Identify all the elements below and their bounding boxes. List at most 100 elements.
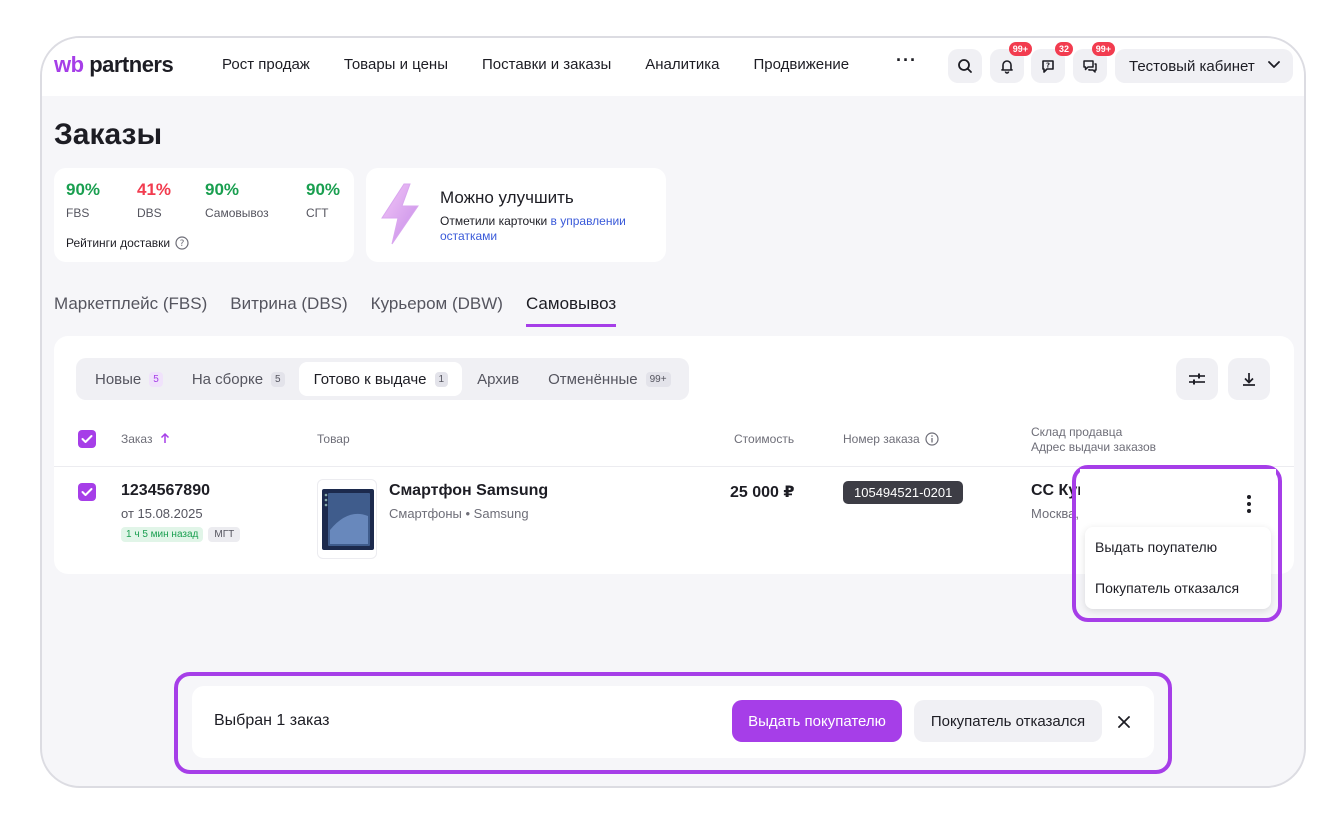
tab-courier-dbw[interactable]: Курьером (DBW) [371,294,503,327]
order-id[interactable]: 1234567890 [121,482,210,500]
filter-sliders-icon [1189,373,1205,385]
chats-button[interactable]: 99+ [1073,42,1115,83]
column-header-order-number: Номер заказа [843,432,939,446]
status-tab-cancelled[interactable]: Отменённые 99+ [533,362,684,396]
column-header-product: Товар [317,432,350,446]
status-tab-count: 5 [271,371,285,387]
chats-badge: 99+ [1091,42,1115,56]
rating-value: 41% [137,180,172,199]
kebab-menu-icon [1247,495,1251,513]
logo[interactable]: wb partners [54,52,174,78]
column-header-warehouse: Склад продавца Адрес выдачи заказов [1031,425,1156,455]
svg-text:?: ? [1046,62,1050,70]
questions-badge: 32 [1054,42,1073,56]
tab-marketplace-fbs[interactable]: Маркетплейс (FBS) [54,294,207,327]
bell-icon [1001,60,1013,74]
tab-storefront-dbs[interactable]: Витрина (DBS) [230,294,347,327]
svg-text:?: ? [180,239,185,249]
row-checkbox[interactable] [78,483,96,501]
questions-button[interactable]: ? 32 [1031,42,1073,83]
row-more-button[interactable] [1235,490,1263,518]
smartphone-image [322,489,374,550]
status-tab-count: 99+ [645,371,671,387]
product-meta: Смартфоны • Samsung [389,506,529,521]
column-header-pickup-label: Адрес выдачи заказов [1031,440,1157,454]
status-tab-new[interactable]: Новые 5 [80,362,177,396]
rating-value: 90% [306,180,341,199]
order-date: от 15.08.2025 [121,506,203,521]
type-tag: МГТ [208,527,241,542]
nav-item-products-prices[interactable]: Товары и цены [344,56,448,73]
rating-label: DBS [137,206,162,220]
main-nav: Рост продаж Товары и цены Поставки и зак… [222,56,883,73]
selected-count: Выбран 1 заказ [214,712,330,729]
product-name[interactable]: Смартфон Samsung [389,482,548,500]
check-icon [81,435,93,443]
menu-item-buyer-refused[interactable]: Покупатель отказался [1095,580,1239,596]
page-title: Заказы [54,118,163,151]
status-tab-count: 5 [149,371,163,387]
status-tab-count: 1 [434,371,449,387]
row-actions-menu: Выдать поупателю Покупатель отказался [1085,527,1271,609]
status-tab-label: Новые [95,370,142,388]
rating-pickup: 90% Самовывоз [205,180,269,220]
nav-item-sales-growth[interactable]: Рост продаж [222,56,310,73]
help-icon[interactable]: ? [175,236,189,250]
status-tab-ready[interactable]: Готово к выдаче 1 [298,362,463,396]
improve-title: Можно улучшить [440,188,574,207]
rating-fbs: 90% FBS [66,180,100,220]
ratings-caption: Рейтинги доставки ? [66,236,189,250]
column-header-order[interactable]: Заказ [121,432,170,446]
search-button[interactable] [948,49,982,83]
improve-text: Отметили карточки в управлении остатками [440,214,650,244]
logo-partners: partners [89,52,174,77]
status-tab-label: Отменённые [548,370,638,388]
status-tabs: Новые 5 На сборке 5 Готово к выдаче 1 Архив… [76,358,689,400]
column-header-order-number-label: Номер заказа [843,432,920,446]
fulfillment-tabs: Маркетплейс (FBS) Витрина (DBS) Курьером… [54,294,639,327]
question-bubble-icon: ? [1042,60,1054,73]
cabinet-name: Тестовый кабинет [1129,57,1255,75]
nav-item-analytics[interactable]: Аналитика [645,56,719,73]
download-button[interactable] [1228,358,1270,400]
notifications-badge: 99+ [1008,42,1032,56]
chat-icon [1083,60,1097,73]
logo-wb: wb [54,52,84,77]
tab-pickup[interactable]: Самовывоз [525,294,617,327]
column-header-order-label: Заказ [121,432,153,446]
rating-value: 90% [205,180,240,199]
info-icon[interactable] [925,432,939,446]
close-icon [1118,716,1130,728]
issue-to-buyer-button[interactable]: Выдать покупателю [732,700,902,742]
column-header-price: Стоимость [734,432,795,446]
column-header-warehouse-label: Склад продавца [1031,425,1123,439]
buyer-refused-button[interactable]: Покупатель отказался [914,700,1102,742]
time-tag: 1 ч 5 мин назад [121,527,204,542]
select-all-checkbox[interactable] [78,430,96,448]
notifications-button[interactable]: 99+ [990,42,1032,83]
product-image[interactable] [317,479,377,559]
rating-label: Самовывоз [205,206,269,220]
nav-item-supplies-orders[interactable]: Поставки и заказы [482,56,611,73]
check-icon [81,488,93,496]
delivery-ratings-card: 90% FBS 41% DBS 90% Самовывоз 90% СГТ Ре… [54,168,354,262]
cabinet-selector[interactable]: Тестовый кабинет [1115,49,1293,83]
bulk-action-bar: Выбран 1 заказ Выдать покупателю Покупат… [192,686,1154,758]
improve-card[interactable]: Можно улучшить Отметили карточки в управ… [366,168,666,262]
download-icon [1243,373,1255,386]
order-tags: 1 ч 5 мин назад МГТ [121,527,241,542]
filter-button[interactable] [1176,358,1218,400]
rating-label: СГТ [306,206,329,220]
menu-item-issue-to-buyer[interactable]: Выдать поупателю [1095,539,1217,555]
status-tab-assembly[interactable]: На сборке 5 [177,362,299,396]
nav-item-promotion[interactable]: Продвижение [754,56,850,73]
rating-label: FBS [66,206,90,220]
close-bar-button[interactable] [1112,710,1136,734]
order-number-badge[interactable]: 105494521-0201 [843,481,964,504]
more-menu-icon[interactable]: ··· [896,50,917,71]
rating-sgt: 90% СГТ [306,180,340,220]
status-tab-label: На сборке [191,370,264,388]
ratings-caption-text: Рейтинги доставки [66,236,171,250]
status-tab-archive[interactable]: Архив [462,362,533,396]
order-price: 25 000 ₽ [730,484,795,501]
